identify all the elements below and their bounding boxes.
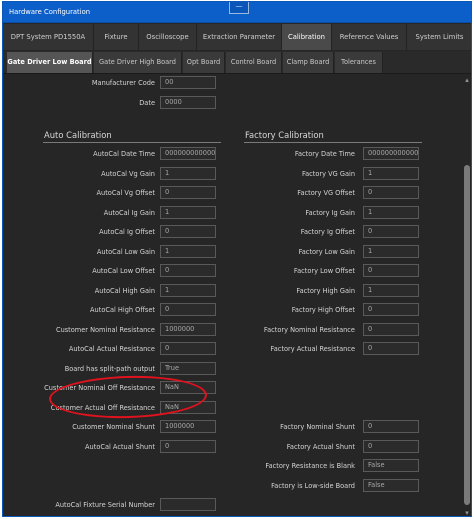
tab-system-limits[interactable]: System Limits: [407, 24, 471, 50]
autocal-date-time-field[interactable]: 000000000000: [160, 147, 216, 160]
autocal-high-offset-label: AutoCal High Offset: [90, 306, 155, 314]
tab-clamp-board[interactable]: Clamp Board: [283, 52, 334, 73]
autocal-actual-shunt-label: AutoCal Actual Shunt: [85, 443, 155, 451]
customer-nominal-resistance-field[interactable]: 1000000: [160, 323, 216, 336]
factory-vg-offset-label: Factory VG Offset: [297, 189, 355, 197]
title-drag-handle[interactable]: —: [229, 2, 249, 14]
factory-low-offset-label: Factory Low Offset: [293, 267, 355, 275]
factory-high-gain-label: Factory High Gain: [296, 287, 355, 295]
date-field[interactable]: 0000: [160, 96, 216, 109]
date-label: Date: [139, 99, 155, 107]
tab-oscilloscope[interactable]: Oscilloscope: [139, 24, 197, 50]
factory-vg-gain-label: Factory VG Gain: [301, 170, 355, 178]
factory-low-side-board-label: Factory is Low-side Board: [271, 482, 355, 490]
scroll-up-icon[interactable]: ▴: [461, 75, 471, 85]
autocal-ig-offset-label: AutoCal Ig Offset: [99, 228, 155, 236]
autocal-vg-gain-field[interactable]: 1: [160, 167, 216, 180]
title-bar[interactable]: Hardware Configuration —: [3, 2, 471, 23]
factory-calibration-heading: Factory Calibration: [245, 130, 324, 140]
factory-vg-gain-field[interactable]: 1: [363, 167, 419, 180]
autocal-high-gain-field[interactable]: 1: [160, 284, 216, 297]
tab-fixture[interactable]: Fixture: [94, 24, 139, 50]
autocal-actual-resistance-field[interactable]: 0: [160, 342, 216, 355]
autocal-actual-resistance-label: AutoCal Actual Resistance: [68, 345, 155, 353]
factory-date-time-field[interactable]: 000000000000: [363, 147, 419, 160]
customer-nominal-resistance-label: Customer Nominal Resistance: [55, 326, 155, 334]
autocal-high-offset-field[interactable]: 0: [160, 303, 216, 316]
split-path-output-label: Board has split-path output: [64, 365, 155, 373]
manufacturer-code-field[interactable]: 00: [160, 76, 216, 89]
tab-dpt-system[interactable]: DPT System PD1550A: [3, 24, 94, 50]
tab-tolerances[interactable]: Tolerances: [335, 52, 383, 73]
factory-low-gain-label: Factory Low Gain: [298, 248, 355, 256]
split-path-output-field[interactable]: True: [160, 362, 216, 375]
autocal-ig-gain-field[interactable]: 1: [160, 206, 216, 219]
factory-low-gain-field[interactable]: 1: [363, 245, 419, 258]
factory-ig-gain-label: Factory Ig Gain: [305, 209, 355, 217]
autocal-vg-offset-field[interactable]: 0: [160, 186, 216, 199]
fixture-serial-field[interactable]: [160, 498, 216, 511]
factory-high-offset-field[interactable]: 0: [363, 303, 419, 316]
autocal-low-gain-field[interactable]: 1: [160, 245, 216, 258]
factory-ig-offset-field[interactable]: 0: [363, 225, 419, 238]
main-tab-bar: DPT System PD1550A Fixture Oscilloscope …: [3, 24, 471, 50]
autocal-actual-shunt-field[interactable]: 0: [160, 440, 216, 453]
factory-actual-shunt-label: Factory Actual Shunt: [286, 443, 355, 451]
factory-calibration-divider: [244, 142, 422, 143]
scroll-down-icon[interactable]: ▾: [461, 508, 471, 516]
factory-nominal-resistance-field[interactable]: 0: [363, 323, 419, 336]
factory-nominal-shunt-field[interactable]: 0: [363, 420, 419, 433]
autocal-vg-offset-label: AutoCal Vg Offset: [96, 189, 155, 197]
factory-actual-resistance-label: Factory Actual Resistance: [270, 345, 355, 353]
tab-calibration[interactable]: Calibration: [282, 24, 332, 50]
fixture-serial-label: AutoCal Fixture Serial Number: [55, 501, 155, 509]
autocal-ig-gain-label: AutoCal Ig Gain: [103, 209, 155, 217]
autocal-vg-gain-label: AutoCal Vg Gain: [101, 170, 155, 178]
hardware-configuration-window: Hardware Configuration — DPT System PD15…: [2, 1, 472, 517]
autocal-low-gain-label: AutoCal Low Gain: [96, 248, 155, 256]
tab-reference-values[interactable]: Reference Values: [332, 24, 407, 50]
factory-actual-shunt-field[interactable]: 0: [363, 440, 419, 453]
factory-nominal-shunt-label: Factory Nominal Shunt: [280, 423, 355, 431]
window-title: Hardware Configuration: [9, 8, 91, 16]
autocal-date-time-label: AutoCal Date Time: [93, 150, 155, 158]
autocal-low-offset-label: AutoCal Low Offset: [92, 267, 155, 275]
customer-nominal-shunt-label: Customer Nominal Shunt: [72, 423, 155, 431]
factory-low-side-board-field[interactable]: False: [363, 479, 419, 492]
sub-tab-bar: Gate Driver Low Board Gate Driver High B…: [3, 51, 471, 74]
factory-nominal-resistance-label: Factory Nominal Resistance: [263, 326, 355, 334]
tab-control-board[interactable]: Control Board: [226, 52, 282, 73]
factory-resistance-blank-label: Factory Resistance is Blank: [265, 462, 355, 470]
vertical-scrollbar[interactable]: ▴ ▾: [461, 75, 471, 516]
factory-high-offset-label: Factory High Offset: [291, 306, 355, 314]
tab-extraction-parameter[interactable]: Extraction Parameter: [197, 24, 282, 50]
autocal-ig-offset-field[interactable]: 0: [160, 225, 216, 238]
customer-nominal-shunt-field[interactable]: 1000000: [160, 420, 216, 433]
factory-vg-offset-field[interactable]: 0: [363, 186, 419, 199]
factory-actual-resistance-field[interactable]: 0: [363, 342, 419, 355]
factory-ig-offset-label: Factory Ig Offset: [300, 228, 355, 236]
factory-resistance-blank-field[interactable]: False: [363, 459, 419, 472]
tab-gate-driver-low-board[interactable]: Gate Driver Low Board: [7, 52, 93, 73]
manufacturer-code-label: Manufacturer Code: [91, 79, 155, 87]
factory-high-gain-field[interactable]: 1: [363, 284, 419, 297]
autocal-high-gain-label: AutoCal High Gain: [94, 287, 155, 295]
auto-calibration-heading: Auto Calibration: [44, 130, 112, 140]
factory-ig-gain-field[interactable]: 1: [363, 206, 419, 219]
tab-opt-board[interactable]: Opt Board: [183, 52, 225, 73]
tab-gate-driver-high-board[interactable]: Gate Driver High Board: [94, 52, 182, 73]
scroll-thumb[interactable]: [464, 165, 470, 505]
autocal-low-offset-field[interactable]: 0: [160, 264, 216, 277]
auto-calibration-divider: [43, 142, 221, 143]
factory-low-offset-field[interactable]: 0: [363, 264, 419, 277]
factory-date-time-label: Factory Date Time: [294, 150, 355, 158]
